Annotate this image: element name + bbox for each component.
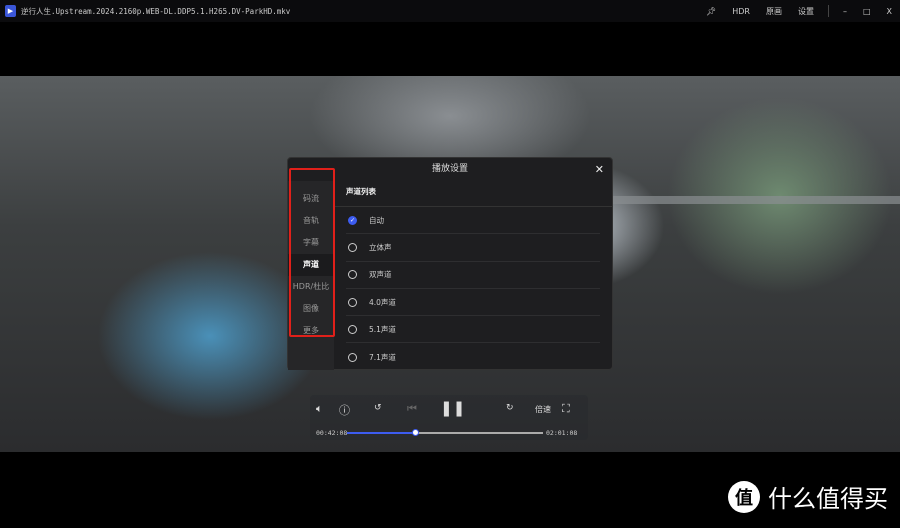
radio-icon[interactable] [348,242,357,252]
radio-icon[interactable] [348,324,357,334]
tab-audio-channels[interactable]: 声道 [288,254,334,276]
window-title: 逆行人生.Upstream.2024.2160p.WEB-DL.DDP5.1.H… [21,6,291,16]
hdr-button[interactable]: HDR [732,7,750,16]
current-time: 00:42:08 [316,429,348,437]
progress-bar[interactable] [347,429,543,436]
title-bar: ▶ 逆行人生.Upstream.2024.2160p.WEB-DL.DDP5.1… [0,0,900,22]
settings-button[interactable]: 设置 [798,6,814,17]
radio-icon[interactable] [348,270,357,280]
info-icon[interactable]: ⓘ [339,402,350,418]
option-label: 双声道 [369,270,392,280]
tab-audio-track[interactable]: 音轨 [288,210,334,232]
speed-button[interactable]: 倍速 [535,404,551,415]
option-label: 4.0声道 [369,297,396,307]
channel-option-5-1[interactable]: 5.1声道 [346,316,600,344]
settings-sidebar: 码流 音轨 字幕 声道 HDR/杜比 图像 更多 [288,181,334,370]
app-logo-icon: ▶ [5,5,16,17]
option-label: 立体声 [369,242,392,252]
video-railing [612,196,900,204]
radio-icon[interactable] [348,297,357,307]
channel-option-auto[interactable]: ✓ 自动 [346,207,600,235]
fullscreen-icon[interactable]: ⛶ [562,402,570,416]
close-icon[interactable]: ✕ [595,158,604,181]
minimize-button[interactable]: – [843,7,847,16]
channel-option-4-0[interactable]: 4.0声道 [346,289,600,317]
tab-bitstream[interactable]: 码流 [288,188,334,210]
close-window-button[interactable]: X [887,7,892,16]
picture-quality-button[interactable]: 原画 [766,6,782,17]
dialog-title: 播放设置 [431,164,468,174]
pin-icon[interactable]: 📌︎ [706,7,716,16]
forward-30-icon[interactable]: ↻ [506,403,514,413]
radio-checked-icon[interactable]: ✓ [348,215,357,225]
watermark: 值什么值得买 [728,479,888,514]
tab-subtitles[interactable]: 字幕 [288,232,334,254]
previous-icon[interactable]: ⏮︎ [407,402,417,416]
progress-handle[interactable] [412,429,420,436]
tab-more[interactable]: 更多 [288,320,334,342]
channel-option-dual[interactable]: 双声道 [346,262,600,289]
divider [827,5,829,17]
channel-option-7-1[interactable]: 7.1声道 [346,343,600,370]
progress-fill [347,432,416,434]
pause-icon[interactable]: ❚❚ [440,399,465,417]
section-title: 声道列表 [334,181,612,207]
radio-icon[interactable] [348,352,357,362]
tab-hdr-dolby[interactable]: HDR/杜比 [288,276,334,298]
option-label: 5.1声道 [369,324,396,334]
watermark-text: 什么值得买 [768,485,888,513]
volume-icon[interactable]: 🔈︎ [316,402,323,416]
playback-controls: 🔈︎ ⓘ ↺ ⏮︎ ❚❚ ↻ 倍速 ⛶ 00:42:08 02:01:08 [310,395,588,440]
option-label: 自动 [369,215,384,225]
option-label: 7.1声道 [369,352,396,362]
tab-image[interactable]: 图像 [288,298,334,320]
channel-option-stereo[interactable]: 立体声 [346,234,600,262]
rewind-10-icon[interactable]: ↺ [374,403,382,413]
total-time: 02:01:08 [546,429,578,437]
watermark-logo: 值 [728,480,760,513]
maximize-button[interactable]: □ [863,7,871,16]
playback-settings-dialog: 播放设置 ✕ 码流 音轨 字幕 声道 HDR/杜比 图像 更多 声道列表 ✓ 自动… [287,157,613,370]
